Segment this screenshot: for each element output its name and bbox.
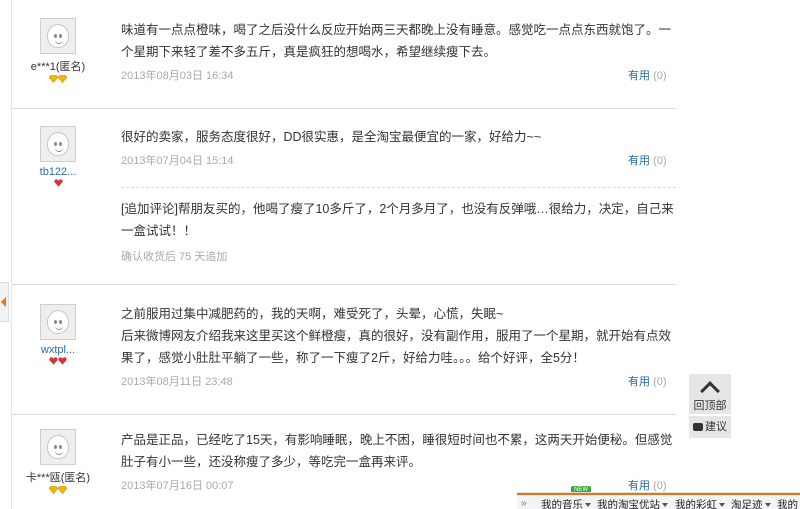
review-date: 2013年08月11日 23:48	[121, 376, 233, 388]
useful-count: (0)	[653, 70, 667, 82]
rank-icons	[12, 357, 104, 366]
toolbar-item-caihong[interactable]: 我的彩虹	[675, 497, 725, 509]
review-date: 2013年08月03日 16:34	[121, 70, 234, 82]
suggest-button[interactable]: 建议	[689, 416, 731, 438]
gold-diamond-icon	[58, 75, 67, 83]
review-item: tb122... 很好的卖家，服务态度很好，DD很实惠，是全淘宝最便宜的一家，好…	[12, 109, 676, 285]
toolbar-item-more[interactable]: 我的	[777, 497, 798, 509]
avatar[interactable]	[40, 304, 76, 340]
useful-button[interactable]: 有用 (0)	[628, 67, 667, 83]
review-text: 味道有一点点橙味，喝了之后没什么反应开始两三天都晚上没有睡意。感觉吃一点点东西就…	[121, 23, 672, 59]
reviewer-name: e***1(匿名)	[30, 61, 86, 73]
arrow-left-icon	[1, 297, 6, 307]
append-review-text: [追加评论]帮朋友买的，他喝了瘦了10多斤了，2个月多月了，也没有反弹哦…很给力…	[121, 202, 674, 238]
review-text: 很好的卖家，服务态度很好，DD很实惠，是全淘宝最便宜的一家，好给力~~	[121, 130, 542, 144]
red-heart-icon	[49, 357, 58, 365]
reviewer: tb122...	[12, 126, 104, 188]
toolbar-item-youzhan[interactable]: 我的淘宝优站	[597, 497, 668, 509]
gold-diamond-icon	[58, 486, 67, 494]
reviewer-name[interactable]: wxtpl...	[12, 344, 104, 356]
gold-diamond-icon	[49, 486, 58, 494]
review-date: 2013年07月04日 15:14	[121, 155, 234, 167]
append-divider	[121, 187, 676, 188]
red-heart-icon	[53, 179, 63, 187]
reviewer: 卡***瓯(匿名)	[12, 429, 104, 495]
review-text: 之前服用过集中减肥药的，我的天啊，难受死了，头晕，心慌，失眠~	[121, 307, 504, 321]
useful-count: (0)	[653, 155, 667, 167]
reviewer-name[interactable]: tb122...	[12, 166, 104, 178]
useful-label: 有用	[628, 480, 650, 492]
reviewer: e***1(匿名)	[12, 18, 104, 84]
useful-label: 有用	[628, 155, 650, 167]
avatar[interactable]	[40, 429, 76, 465]
append-review-meta: 确认收货后 75 天追加	[121, 251, 228, 263]
useful-label: 有用	[628, 70, 650, 82]
rank-icons	[12, 179, 104, 188]
red-heart-icon	[58, 357, 67, 365]
chat-bubble-icon	[693, 423, 703, 432]
useful-button[interactable]: 有用 (0)	[628, 373, 667, 389]
useful-label: 有用	[628, 376, 650, 388]
toolbar-item-music[interactable]: 我的音乐	[541, 497, 591, 509]
avatar[interactable]	[40, 18, 76, 54]
rank-icons	[12, 75, 104, 84]
suggest-label: 建议	[705, 421, 727, 433]
useful-count: (0)	[653, 376, 667, 388]
review-text-continued: 后来微博网友介绍我来这里买这个鲜橙瘦，真的很好，没有副作用，服用了一个星期，就开…	[121, 329, 672, 365]
rank-icons	[12, 486, 104, 495]
back-to-top-button[interactable]: 回顶部	[689, 374, 731, 414]
review-item: e***1(匿名) 味道有一点点橙味，喝了之后没什么反应开始两三天都晚上没有睡意…	[12, 0, 676, 109]
review-text: 产品是正品，已经吃了15天，有影响睡眠，晚上不困，睡很短时间也不累，这两天开始便…	[121, 433, 673, 469]
expand-toolbar-icon[interactable]: »	[521, 497, 527, 509]
chevron-down-icon	[719, 503, 725, 508]
reviewer: wxtpl...	[12, 304, 104, 366]
chevron-down-icon	[585, 503, 591, 508]
gold-diamond-icon	[49, 75, 58, 83]
review-item: wxtpl... 之前服用过集中减肥药的，我的天啊，难受死了，头晕，心慌，失眠~…	[12, 285, 676, 415]
reviewer-name: 卡***瓯(匿名)	[25, 472, 91, 484]
useful-button[interactable]: 有用 (0)	[628, 152, 667, 168]
chevron-down-icon	[764, 503, 771, 508]
avatar[interactable]	[40, 126, 76, 162]
chevron-down-icon	[662, 503, 668, 508]
review-date: 2013年07月16日 00:07	[121, 480, 234, 492]
useful-count: (0)	[653, 480, 667, 492]
bottom-toolbar: » 我的音乐 我的淘宝优站 我的彩虹 淘足迹 我的	[517, 492, 800, 509]
toolbar-item-zuji[interactable]: 淘足迹	[731, 497, 771, 509]
useful-button[interactable]: 有用 (0)	[628, 477, 667, 493]
side-collapse-tab[interactable]	[0, 282, 9, 322]
